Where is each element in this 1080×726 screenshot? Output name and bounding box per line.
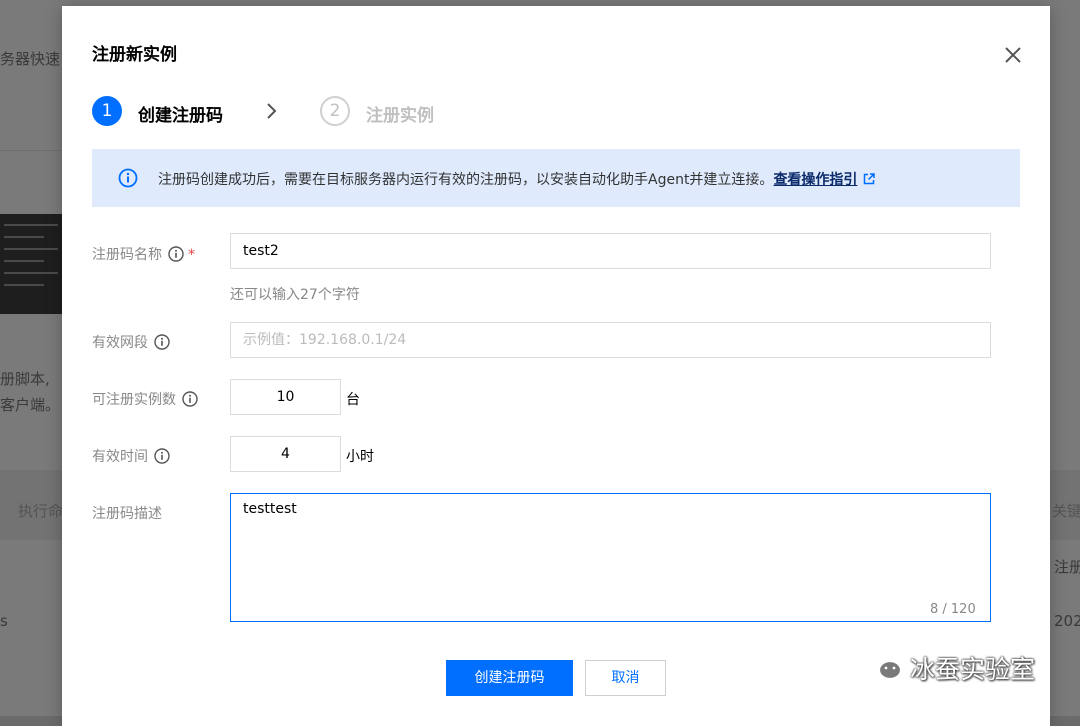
duration-label-row: 有效时间 — [92, 446, 170, 466]
bg-text-3: 客户端。 — [0, 396, 61, 414]
count-label: 可注册实例数 — [92, 392, 176, 408]
step-2-label: 注册实例 — [366, 106, 434, 126]
info-banner: 注册码创建成功后，需要在目标服务器内运行有效的注册码，以安装自动化助手Agent… — [92, 149, 1020, 207]
info-icon — [118, 168, 138, 188]
chevron-right-icon — [267, 103, 277, 119]
close-icon[interactable] — [1000, 42, 1026, 68]
help-icon[interactable] — [168, 246, 184, 262]
bg-text-5: 注册 — [1054, 558, 1080, 576]
network-label: 有效网段 — [92, 335, 148, 351]
bg-text-4: 执行命 — [18, 502, 64, 520]
name-hint: 还可以输入27个字符 — [230, 287, 360, 303]
description-char-counter: 8 / 120 — [930, 602, 976, 617]
banner-message: 注册码创建成功后，需要在目标服务器内运行有效的注册码，以安装自动化助手Agent… — [158, 169, 876, 189]
duration-input[interactable] — [230, 436, 341, 472]
required-mark: * — [188, 247, 195, 263]
duration-unit: 小时 — [346, 449, 374, 465]
bg-text-1: 务器快速 — [0, 50, 61, 68]
bg-text-8: 关键 — [1052, 502, 1080, 520]
description-textarea[interactable]: testtest — [230, 493, 991, 622]
operation-guide-link[interactable]: 查看操作指引 — [773, 172, 857, 188]
bg-terminal-thumbnail — [0, 214, 62, 314]
count-label-row: 可注册实例数 — [92, 389, 198, 409]
instance-count-input[interactable] — [230, 379, 341, 415]
name-label-row: 注册码名称 * — [92, 244, 195, 264]
watermark-text: 冰蚕实验室 — [910, 655, 1036, 684]
bg-text-6: 202 — [1054, 612, 1080, 630]
network-label-row: 有效网段 — [92, 332, 170, 352]
step-1-label: 创建注册码 — [138, 106, 223, 126]
step-2-indicator: 2 — [320, 96, 350, 126]
description-label: 注册码描述 — [92, 506, 162, 522]
create-code-button[interactable]: 创建注册码 — [446, 660, 573, 696]
help-icon[interactable] — [182, 391, 198, 407]
register-instance-modal: 注册新实例 1 创建注册码 2 注册实例 注册码创建成功后，需要在目标服务器内运… — [62, 6, 1050, 726]
name-input[interactable] — [230, 233, 991, 269]
step-1-indicator: 1 — [92, 96, 122, 126]
duration-label: 有效时间 — [92, 449, 148, 465]
help-icon[interactable] — [154, 448, 170, 464]
banner-text: 注册码创建成功后，需要在目标服务器内运行有效的注册码，以安装自动化助手Agent… — [158, 172, 774, 188]
external-link-icon[interactable] — [863, 173, 876, 185]
bg-divider — [0, 150, 62, 151]
modal-title: 注册新实例 — [92, 45, 177, 65]
help-icon[interactable] — [154, 334, 170, 350]
network-input[interactable] — [230, 322, 991, 358]
count-unit: 台 — [346, 392, 360, 408]
name-label: 注册码名称 — [92, 247, 162, 263]
cancel-button[interactable]: 取消 — [585, 660, 666, 696]
bg-text-7: s — [0, 612, 8, 630]
bg-text-2: 册脚本, — [0, 370, 50, 388]
wechat-logo-icon — [864, 649, 903, 681]
